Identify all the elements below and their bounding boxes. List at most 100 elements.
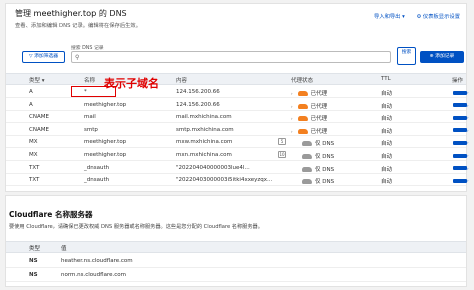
chevron-right-icon: › — [467, 102, 469, 108]
proxy-status: 仅 DNS — [291, 165, 334, 173]
edit-icon — [453, 153, 467, 158]
record-type: TXT — [29, 177, 40, 184]
edit-record-button[interactable]: › — [453, 90, 469, 96]
edit-icon — [453, 166, 467, 171]
search-icon: ⚲ — [75, 54, 80, 61]
table-row[interactable]: TXT _dnsauth "202204040000003lue4l... 仅 DNS… — [6, 162, 469, 174]
table-header: 类型 ▾ 名称 内容 代理状态 TTL 操作 — [6, 73, 466, 85]
record-name: mail — [84, 114, 96, 121]
table-row[interactable]: TXT _dnsauth "20220403000003i5itki4xxeyzqx… — [6, 174, 469, 187]
expand-chevron-icon[interactable]: › — [291, 91, 293, 96]
record-type: MX — [29, 152, 38, 158]
dns-only-cloud-icon — [302, 166, 312, 172]
record-content: "20220403000003i5itki4xxeyzqx... — [176, 177, 273, 184]
page-title: 管理 meethigher.top 的 DNS — [15, 8, 127, 18]
record-ttl: 自动 — [381, 91, 393, 97]
edit-record-button[interactable]: › — [453, 153, 469, 159]
record-type: CNAME — [29, 126, 49, 133]
record-ttl: 自动 — [381, 154, 393, 160]
header-name: 名称 — [84, 78, 96, 84]
header-actions: 操作 — [452, 78, 464, 84]
edit-record-button[interactable]: › — [453, 140, 469, 146]
proxied-cloud-icon — [297, 128, 308, 134]
proxy-status: 仅 DNS — [291, 177, 334, 185]
record-name: meethigher.top — [84, 139, 127, 146]
table-row[interactable]: MX meethigher.top mxn.mxhichina.com 10 仅 DNS… — [6, 149, 469, 161]
mx-priority-badge: 10 — [278, 151, 286, 158]
proxy-status: 10 仅 DNS — [278, 151, 335, 160]
import-export-link[interactable]: 导入和导出 ▾ — [374, 14, 405, 20]
table-row[interactable]: MX meethigher.top mxw.mxhichina.com 5 仅 DNS 自… — [6, 136, 469, 149]
ns-header-type: 类型 — [29, 246, 41, 252]
record-ttl: 自动 — [381, 103, 393, 110]
dashboard-settings-link[interactable]: ⚙ 仪表板显示设置 — [416, 14, 460, 20]
header-content: 内容 — [176, 78, 188, 84]
nameserver-row: NS heather.ns.cloudflare.com — [6, 254, 466, 268]
record-type: CNAME — [29, 114, 49, 121]
dns-only-cloud-icon — [302, 154, 312, 159]
mx-priority-badge: 5 — [278, 138, 286, 146]
record-type: TXT — [29, 164, 40, 171]
edit-record-button[interactable]: › — [453, 103, 469, 109]
proxied-cloud-icon — [297, 91, 308, 96]
record-content: mxn.mxhichina.com — [176, 152, 232, 158]
edit-icon — [453, 115, 467, 120]
record-type: A — [29, 89, 33, 95]
record-type: A — [29, 101, 33, 108]
add-record-button[interactable]: ⊕ 添加记录 — [420, 51, 464, 63]
record-ttl: 自动 — [381, 166, 393, 173]
header-type[interactable]: 类型 ▾ — [29, 76, 45, 84]
chevron-right-icon: › — [467, 90, 469, 95]
nameserver-row: NS norm.ns.cloudflare.com — [6, 268, 466, 282]
edit-icon — [453, 103, 467, 108]
dns-only-cloud-icon — [302, 179, 312, 185]
chevron-right-icon: › — [467, 115, 469, 121]
record-ttl: 自动 — [381, 141, 393, 148]
highlight-box — [71, 86, 116, 97]
record-content: smtp.mxhichina.com — [176, 126, 234, 133]
search-input[interactable]: ⚲ — [71, 51, 391, 63]
dns-management-panel: 管理 meethigher.top 的 DNS 查看、添加和编辑 DNS 记录。… — [5, 3, 469, 192]
record-name: _dnsauth — [84, 177, 110, 184]
edit-record-button[interactable]: › — [453, 128, 469, 134]
chevron-right-icon: › — [467, 140, 469, 146]
edit-icon — [453, 140, 467, 145]
expand-chevron-icon[interactable]: › — [291, 104, 293, 109]
table-row[interactable]: Ameethigher.top 124.156.200.66 › 已代理 自动 › — [6, 99, 469, 111]
search-label: 搜索 DNS 记录 — [71, 46, 104, 51]
proxied-cloud-icon — [297, 116, 308, 122]
table-row[interactable]: CNAME mail mail.mxhichina.com › 已代理 自动 › — [6, 111, 469, 124]
edit-record-button[interactable]: › — [453, 166, 469, 172]
record-name: meethigher.top — [84, 152, 127, 158]
header-links: 导入和导出 ▾ ⚙ 仪表板显示设置 — [364, 12, 460, 20]
chevron-right-icon: › — [467, 153, 469, 158]
record-name: _dnsauth — [84, 164, 110, 171]
record-content: "202204040000003lue4l... — [176, 164, 250, 171]
table-row[interactable]: CNAME smtp smtp.mxhichina.com › 已代理 自动 › — [6, 124, 469, 136]
record-ttl: 自动 — [381, 128, 393, 135]
ns-header-value: 值 — [61, 246, 67, 252]
expand-chevron-icon[interactable]: › — [291, 116, 293, 121]
proxy-status: › 已代理 — [291, 116, 328, 123]
chevron-right-icon: › — [467, 127, 469, 133]
edit-icon — [453, 128, 467, 133]
record-content: 124.156.200.66 — [176, 89, 220, 95]
proxy-status: › 已代理 — [291, 91, 328, 97]
edit-record-button[interactable]: › — [453, 178, 469, 184]
dns-only-cloud-icon — [302, 141, 312, 147]
add-filter-button[interactable]: ▽ 添加筛选器 — [22, 51, 65, 63]
record-name: smtp — [84, 126, 98, 133]
ns-type: NS — [29, 258, 38, 264]
proxy-status: › 已代理 — [291, 103, 328, 110]
ns-type: NS — [29, 272, 38, 278]
record-content: 124.156.200.66 — [176, 101, 220, 108]
nameservers-title: Cloudflare 名称服务器 — [9, 210, 93, 219]
nameservers-subtitle: 要使用 Cloudflare，请确保已更改权威 DNS 服务器或名称服务器。这些… — [9, 224, 263, 230]
search-button[interactable]: 搜索 — [397, 47, 416, 65]
expand-chevron-icon[interactable]: › — [291, 129, 293, 134]
chevron-right-icon: › — [467, 165, 469, 171]
page-subtitle: 查看、添加和编辑 DNS 记录。编辑将在保存后生效。 — [15, 23, 142, 29]
header-proxy: 代理状态 — [291, 78, 314, 84]
edit-record-button[interactable]: › — [453, 115, 469, 121]
record-content: mail.mxhichina.com — [176, 114, 232, 121]
